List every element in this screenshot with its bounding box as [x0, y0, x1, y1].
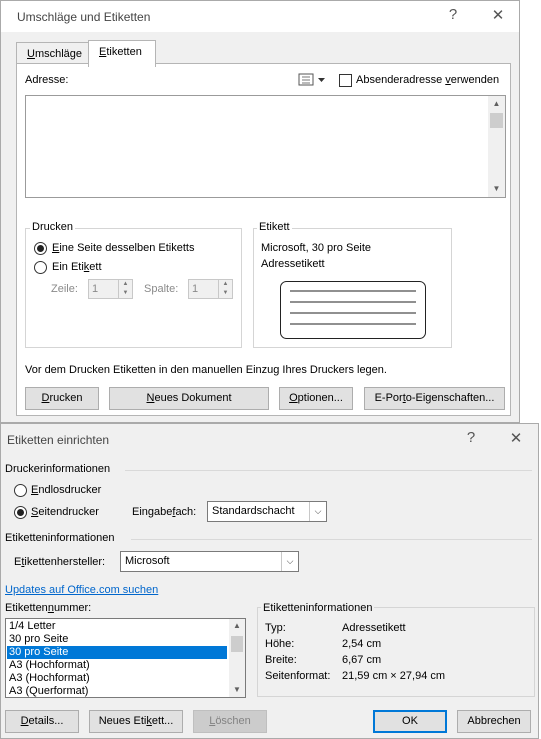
label-type: Adressetikett [261, 258, 325, 270]
list-item[interactable]: A3 (Querformat) [7, 685, 227, 697]
continuous-printer-label: Endlosdrucker [31, 484, 102, 496]
info-width-value: 6,67 cm [342, 654, 382, 666]
tab-labels[interactable]: Etiketten [88, 40, 156, 67]
tray-label: Eingabefach: [132, 506, 197, 518]
tray-select[interactable]: Standardschacht ⌵ [207, 501, 327, 522]
label-group-title: Etikett [257, 221, 292, 233]
info-type-key: Typ: [265, 622, 286, 634]
dialog-title: Umschläge und Etiketten [17, 10, 151, 24]
close-icon[interactable]: ✕ [504, 429, 528, 447]
vendor-value: Microsoft [125, 555, 170, 567]
page-printer-radio[interactable] [14, 506, 27, 519]
list-item[interactable]: A3 (Hochformat) [7, 659, 227, 672]
address-scrollbar[interactable]: ▲ ▼ [488, 96, 505, 197]
info-width-key: Breite: [265, 654, 297, 666]
options-button[interactable]: Optionen... [279, 387, 353, 410]
title-bar: Umschläge und Etiketten ? ✕ [1, 1, 519, 32]
address-label: Adresse: [25, 74, 69, 86]
print-button[interactable]: Drucken [25, 387, 99, 410]
tray-value: Standardschacht [212, 505, 295, 517]
delete-button[interactable]: Löschen [193, 710, 267, 733]
single-label-radio[interactable] [34, 261, 47, 274]
column-value: 1 [192, 283, 199, 295]
question-mark-icon[interactable]: ? [459, 429, 483, 446]
office-updates-link[interactable]: Updates auf Office.com suchen [5, 584, 158, 596]
label-options-dialog: Etiketten einrichten ? ✕ Druckerinformat… [0, 423, 539, 739]
scroll-down-icon[interactable]: ▼ [488, 182, 505, 196]
sender-address-label: Absenderadresse verwenden [356, 74, 500, 86]
spin-up-icon[interactable]: ▲ [218, 280, 232, 289]
printer-info-header: Druckerinformationen [5, 463, 111, 475]
label-preview-icon[interactable] [280, 281, 426, 339]
new-label-button[interactable]: Neues Etikett... [89, 710, 183, 733]
chevron-down-icon[interactable]: ⌵ [281, 552, 298, 571]
sender-address-checkbox[interactable] [339, 74, 352, 87]
scroll-up-icon[interactable]: ▲ [488, 97, 505, 111]
cancel-button[interactable]: Abbrechen [457, 710, 531, 733]
info-page-size-value: 21,59 cm × 27,94 cm [342, 670, 446, 682]
scroll-thumb[interactable] [490, 113, 503, 128]
info-height-key: Höhe: [265, 638, 295, 650]
row-value: 1 [92, 283, 99, 295]
tab-envelopes[interactable]: Umschläge [16, 42, 89, 65]
row-label: Zeile: [51, 283, 78, 295]
vendor-label: Etikettenhersteller: [14, 556, 106, 568]
new-document-button[interactable]: Neues Dokument [109, 387, 269, 410]
print-group-title: Drucken [30, 221, 75, 233]
address-book-icon[interactable] [298, 72, 328, 88]
divider [131, 539, 532, 540]
continuous-printer-radio[interactable] [14, 484, 27, 497]
close-icon[interactable]: ✕ [486, 6, 510, 24]
envelopes-labels-dialog: Umschläge und Etiketten ? ✕ Umschläge Et… [0, 0, 520, 423]
list-item[interactable]: 30 pro Seite [7, 633, 227, 646]
single-label-label: Ein Etikett [52, 261, 102, 273]
label-info-box-title: Etiketteninformationen [261, 602, 375, 614]
spin-up-icon[interactable]: ▲ [118, 280, 132, 289]
info-type-value: Adressetikett [342, 622, 406, 634]
ok-button[interactable]: OK [373, 710, 447, 733]
info-height-value: 2,54 cm [342, 638, 382, 650]
spin-down-icon[interactable]: ▼ [218, 289, 232, 298]
scroll-down-icon[interactable]: ▼ [229, 683, 245, 697]
list-item-selected[interactable]: 30 pro Seite [6, 645, 228, 660]
eporto-properties-button[interactable]: E-Porto-Eigenschaften... [364, 387, 505, 410]
details-button[interactable]: Details... [5, 710, 79, 733]
page-printer-label: Seitendrucker [31, 506, 99, 518]
info-page-size-key: Seitenformat: [265, 670, 331, 682]
question-mark-icon[interactable]: ? [441, 6, 465, 23]
label-number-label: Etikettennummer: [5, 602, 92, 614]
label-product-name: Microsoft, 30 pro Seite [261, 242, 372, 254]
scroll-thumb[interactable] [231, 636, 243, 652]
address-textarea[interactable]: ▲ ▼ [25, 95, 506, 198]
full-page-label: Eine Seite desselben Etiketts [52, 242, 195, 254]
list-item[interactable]: 1/4 Letter [7, 620, 227, 633]
dialog-title: Etiketten einrichten [7, 433, 110, 447]
row-spinner[interactable]: 1 ▲ ▼ [88, 279, 133, 299]
chevron-down-icon[interactable]: ⌵ [309, 502, 326, 521]
vendor-select[interactable]: Microsoft ⌵ [120, 551, 299, 572]
column-spinner[interactable]: 1 ▲ ▼ [188, 279, 233, 299]
label-info-header: Etiketteninformationen [5, 532, 115, 544]
column-label: Spalte: [144, 283, 179, 295]
full-page-radio[interactable] [34, 242, 47, 255]
label-number-list[interactable]: 1/4 Letter 30 pro Seite 30 pro Seite A3 … [5, 618, 246, 698]
list-scrollbar[interactable]: ▲ ▼ [229, 619, 245, 697]
divider [125, 470, 532, 471]
manual-feed-instruction: Vor dem Drucken Etiketten in den manuell… [25, 364, 387, 376]
scroll-up-icon[interactable]: ▲ [229, 619, 245, 633]
list-item[interactable]: A3 (Hochformat) [7, 672, 227, 685]
label-info-box [257, 607, 535, 697]
spin-down-icon[interactable]: ▼ [118, 289, 132, 298]
